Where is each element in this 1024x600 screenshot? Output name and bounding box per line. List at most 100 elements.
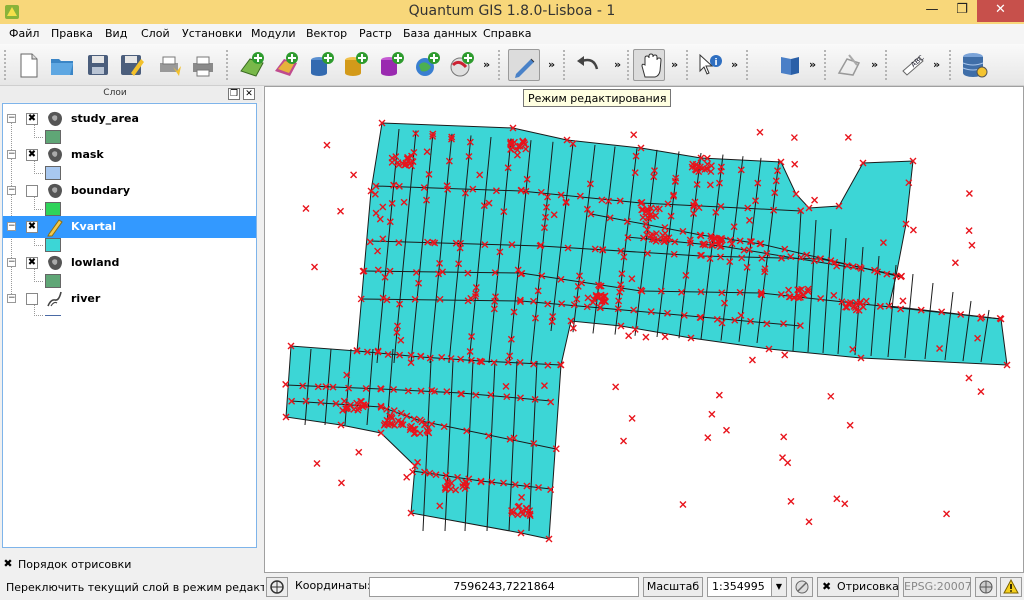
toolbar-separator: [885, 50, 889, 80]
coordinate-toggle-icon[interactable]: [266, 577, 288, 597]
layer-visibility-checkbox[interactable]: ✖: [26, 221, 38, 233]
undo-icon[interactable]: [572, 49, 604, 81]
close-window-button[interactable]: ✕: [977, 0, 1024, 22]
layer-visibility-checkbox[interactable]: [26, 293, 38, 305]
toolbar-more-button[interactable]: »: [809, 58, 816, 71]
save-project-icon[interactable]: [82, 49, 114, 81]
toggle-editing-icon[interactable]: [508, 49, 540, 81]
toolbar-more-button[interactable]: »: [614, 58, 621, 71]
vertex-marker: [827, 392, 835, 400]
toolbar-handle[interactable]: [4, 50, 8, 80]
polygon-layer-icon: [48, 111, 62, 126]
map-svg[interactable]: [265, 87, 1024, 574]
crs-globe-icon[interactable]: [975, 577, 997, 597]
menu-file[interactable]: Файл: [9, 27, 39, 40]
pan-icon[interactable]: [633, 49, 665, 81]
layer-symbol-swatch[interactable]: [45, 274, 61, 288]
vertex-marker: [679, 500, 687, 508]
new-project-icon[interactable]: [12, 49, 44, 81]
toolbar-separator: [226, 50, 230, 80]
coordinates-label: Координаты:: [291, 577, 371, 597]
menu-layer[interactable]: Слой: [141, 27, 170, 40]
menu-plugins[interactable]: Модули: [251, 27, 296, 40]
collapse-toggle[interactable]: −: [7, 294, 16, 303]
tree-guide-line: [34, 281, 43, 282]
menu-database[interactable]: База данных: [403, 27, 477, 40]
db-manager-icon[interactable]: [958, 49, 990, 81]
toolbar-more-button[interactable]: »: [871, 58, 878, 71]
collapse-toggle[interactable]: −: [7, 186, 16, 195]
collapse-toggle[interactable]: −: [7, 222, 16, 231]
vertex-marker: [642, 333, 650, 341]
layer-row-kvartal[interactable]: − ✖ Kvartal: [3, 216, 256, 238]
tree-guide-line: [34, 137, 43, 138]
minimize-button[interactable]: —: [917, 0, 947, 22]
collapse-toggle[interactable]: −: [7, 150, 16, 159]
layer-visibility-checkbox[interactable]: ✖: [26, 257, 38, 269]
toolbar-more-button[interactable]: »: [548, 58, 555, 71]
vertex-marker: [779, 454, 787, 462]
warning-icon[interactable]: [1000, 577, 1022, 597]
menu-help[interactable]: Справка: [483, 27, 531, 40]
save-as-icon[interactable]: [115, 49, 147, 81]
layer-visibility-checkbox[interactable]: [26, 185, 38, 197]
menu-edit[interactable]: Правка: [51, 27, 93, 40]
toolbar-more-button[interactable]: »: [933, 58, 940, 71]
digitize-icon[interactable]: [833, 49, 865, 81]
maximize-button[interactable]: ❐: [947, 0, 977, 22]
layers-tree[interactable]: − ✖ study_area − ✖ mask − boundary − ✖ K…: [2, 103, 257, 548]
open-project-icon[interactable]: [46, 49, 78, 81]
layer-symbol-swatch[interactable]: [45, 166, 61, 180]
help-icon[interactable]: [773, 49, 805, 81]
layer-row-mask[interactable]: − ✖ mask: [3, 144, 256, 166]
menu-settings[interactable]: Установки: [182, 27, 242, 40]
collapse-toggle[interactable]: −: [7, 258, 16, 267]
close-panel-button[interactable]: ✕: [243, 88, 255, 100]
vertex-marker: [791, 160, 799, 168]
chevron-down-icon[interactable]: ▼: [771, 577, 787, 597]
vertex-marker: [811, 196, 819, 204]
vertex-marker: [805, 518, 813, 526]
float-panel-button[interactable]: ❐: [228, 88, 240, 100]
add-mssql-icon[interactable]: [375, 49, 407, 81]
layer-visibility-checkbox[interactable]: ✖: [26, 149, 38, 161]
toolbar-more-button[interactable]: »: [483, 58, 490, 71]
add-wms-icon[interactable]: [411, 49, 443, 81]
vertex-marker: [965, 227, 973, 235]
layer-visibility-checkbox[interactable]: ✖: [26, 113, 38, 125]
vertex-marker: [311, 263, 319, 271]
print-icon[interactable]: [187, 49, 219, 81]
layer-row-lowland[interactable]: − ✖ lowland: [3, 252, 256, 274]
render-checkbox[interactable]: ✖: [822, 581, 834, 593]
layer-symbol-swatch[interactable]: [45, 130, 61, 144]
print-composer-icon[interactable]: [153, 49, 185, 81]
collapse-toggle[interactable]: −: [7, 114, 16, 123]
add-vector-icon[interactable]: [236, 49, 268, 81]
render-order-row[interactable]: ✖ Порядок отрисовки: [2, 557, 257, 573]
render-order-checkbox[interactable]: ✖: [2, 558, 14, 570]
identify-icon[interactable]: i: [694, 49, 726, 81]
status-bar: Переключить текущий слой в режим редакти…: [0, 574, 1024, 600]
layer-name: study_area: [71, 112, 139, 125]
crs-button[interactable]: EPSG:20007: [903, 577, 972, 597]
menu-vector[interactable]: Вектор: [306, 27, 347, 40]
map-canvas[interactable]: [264, 86, 1024, 573]
add-spatialite-icon[interactable]: [339, 49, 371, 81]
add-raster-icon[interactable]: [270, 49, 302, 81]
add-postgis-icon[interactable]: [305, 49, 337, 81]
layer-row-river[interactable]: − river: [3, 288, 256, 310]
add-wfs-icon[interactable]: [445, 49, 477, 81]
layer-symbol-swatch[interactable]: [45, 202, 61, 216]
render-toggle[interactable]: ✖ Отрисовка: [817, 577, 899, 597]
layer-row-study-area[interactable]: − ✖ study_area: [3, 108, 256, 130]
menu-view[interactable]: Вид: [105, 27, 127, 40]
toolbar-more-button[interactable]: »: [671, 58, 678, 71]
label-icon[interactable]: ABC: [897, 49, 929, 81]
layer-row-boundary[interactable]: − boundary: [3, 180, 256, 202]
coordinates-field[interactable]: 7596243,7221864: [369, 577, 639, 597]
stop-render-icon[interactable]: [791, 577, 813, 597]
layer-symbol-line[interactable]: [45, 315, 61, 316]
toolbar-more-button[interactable]: »: [731, 58, 738, 71]
layer-symbol-swatch[interactable]: [45, 238, 61, 252]
menu-raster[interactable]: Растр: [359, 27, 392, 40]
